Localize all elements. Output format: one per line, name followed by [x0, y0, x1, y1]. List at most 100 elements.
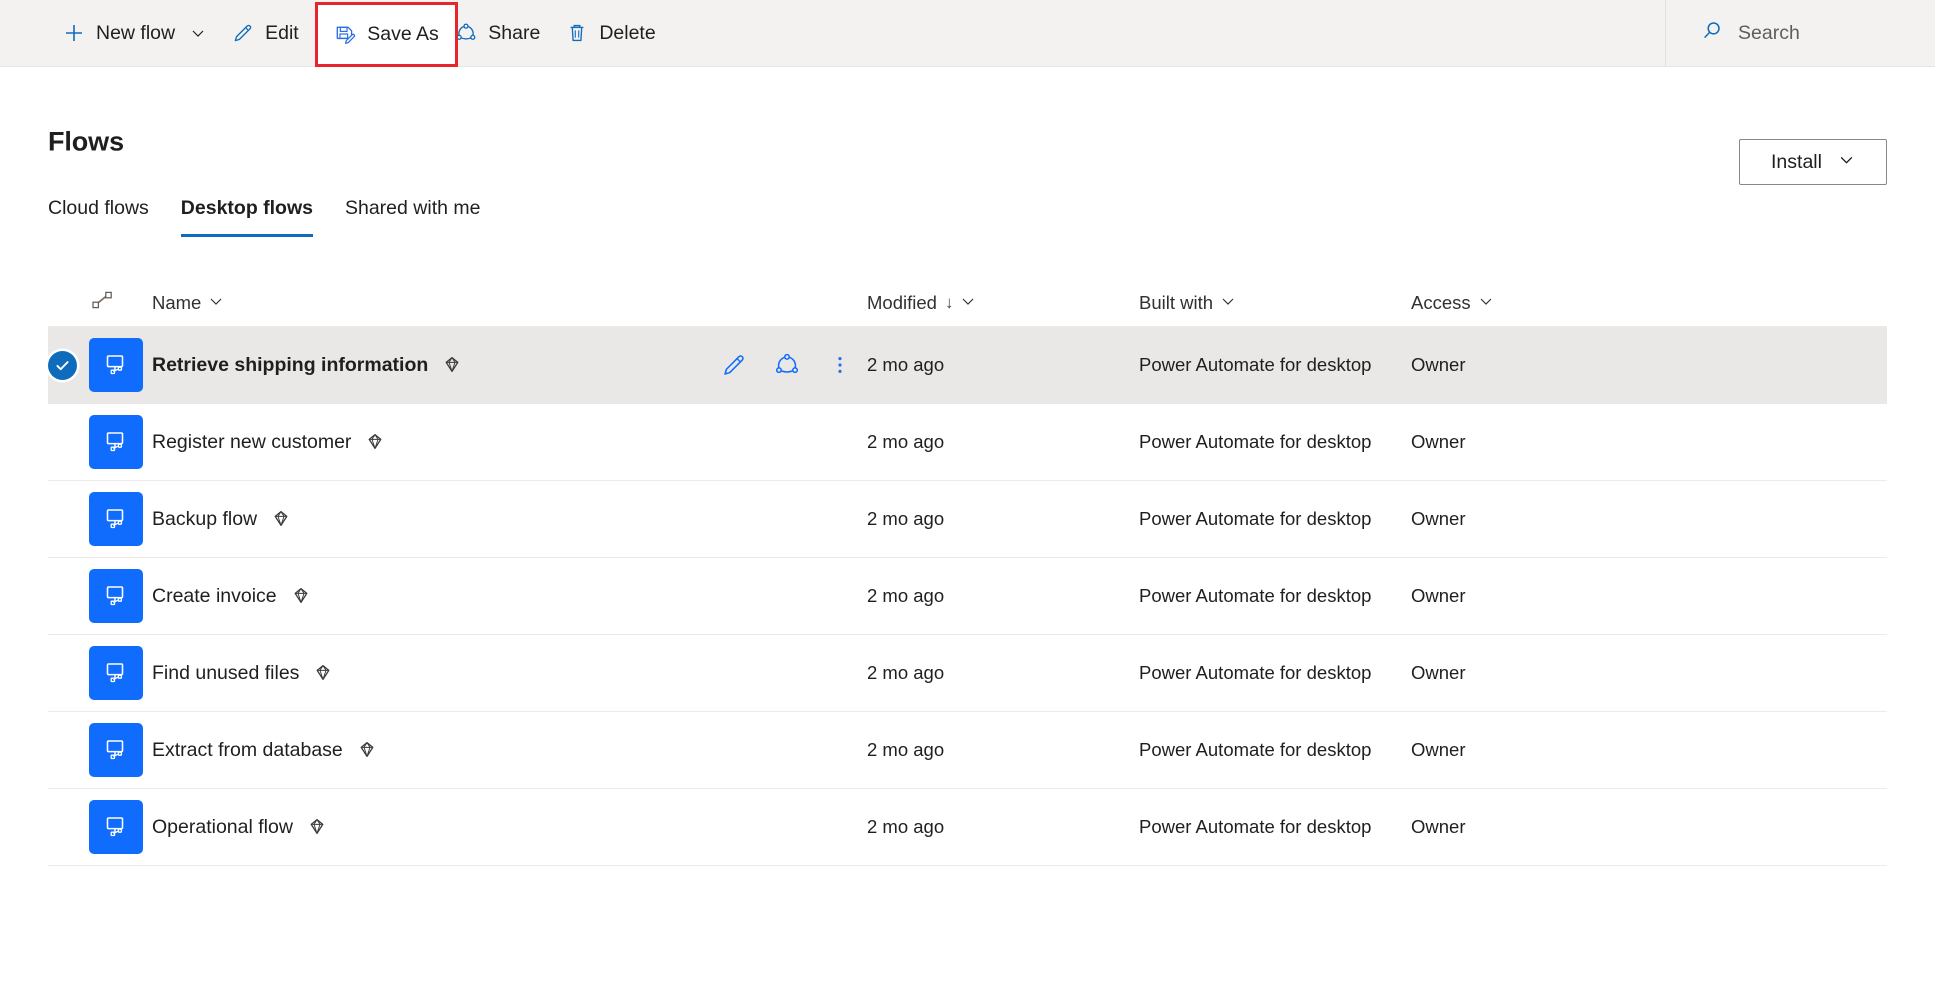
search-icon — [1700, 19, 1724, 48]
modified-column-label: Modified — [867, 291, 937, 313]
share-icon — [455, 22, 477, 44]
share-label: Share — [488, 21, 541, 44]
delete-label: Delete — [599, 21, 656, 44]
row-edit-icon[interactable] — [721, 352, 747, 378]
row-modified-cell: 2 mo ago — [867, 585, 1139, 607]
tab-cloud-flows[interactable]: Cloud flows — [32, 179, 165, 237]
built-with-value: Power Automate for desktop — [1139, 816, 1372, 837]
chevron-down-icon — [190, 25, 206, 41]
modified-value: 2 mo ago — [867, 662, 945, 683]
flow-name: Find unused files — [152, 661, 300, 684]
access-value: Owner — [1411, 431, 1466, 452]
premium-gem-icon — [306, 816, 328, 838]
page-header: Flows Install — [0, 67, 1935, 185]
name-column-header[interactable]: Name — [152, 292, 867, 314]
desktop-flow-icon — [89, 646, 143, 700]
row-flow-icon-cell — [89, 492, 152, 546]
row-selected-checkmark-icon[interactable] — [48, 350, 77, 380]
access-column-header[interactable]: Access — [1411, 292, 1887, 314]
flows-table: Name Modified ↓ Built with Access Retrie… — [0, 279, 1935, 866]
desktop-flow-icon — [89, 415, 143, 469]
row-name-cell[interactable]: Register new customer — [152, 431, 867, 454]
table-header-row: Name Modified ↓ Built with Access — [48, 279, 1887, 327]
table-row[interactable]: Retrieve shipping information 2 mo ago P… — [48, 327, 1887, 404]
premium-gem-icon — [364, 431, 386, 453]
chevron-down-icon — [1478, 292, 1494, 314]
table-row[interactable]: Create invoice 2 mo ago Power Automate f… — [48, 558, 1887, 635]
flow-name: Register new customer — [152, 430, 352, 453]
row-name-cell[interactable]: Create invoice — [152, 585, 867, 608]
row-access-cell: Owner — [1411, 739, 1887, 761]
row-action-buttons — [721, 352, 867, 378]
row-share-icon[interactable] — [774, 352, 800, 378]
access-value: Owner — [1411, 816, 1466, 837]
premium-gem-icon — [290, 585, 312, 607]
flow-name: Operational flow — [152, 815, 293, 838]
access-value: Owner — [1411, 739, 1466, 760]
share-button[interactable]: Share — [442, 0, 553, 66]
tab-shared-with-me[interactable]: Shared with me — [329, 179, 496, 237]
row-flow-icon-cell — [89, 723, 152, 777]
page-title: Flows — [48, 126, 125, 157]
flow-type-column-header[interactable] — [89, 287, 152, 318]
desktop-flow-icon — [89, 723, 143, 777]
desktop-flow-icon — [89, 800, 143, 854]
row-name-cell[interactable]: Extract from database — [152, 739, 867, 762]
access-value: Owner — [1411, 662, 1466, 683]
built-with-column-label: Built with — [1139, 291, 1214, 313]
install-label: Install — [1771, 150, 1822, 173]
row-flow-icon-cell — [89, 415, 152, 469]
table-row[interactable]: Register new customer 2 mo ago Power Aut… — [48, 404, 1887, 481]
row-name-cell[interactable]: Operational flow — [152, 816, 867, 839]
flow-connector-icon — [89, 287, 115, 318]
row-access-cell: Owner — [1411, 431, 1887, 453]
chevron-down-icon — [960, 292, 976, 314]
modified-value: 2 mo ago — [867, 739, 945, 760]
row-built-with-cell: Power Automate for desktop — [1139, 585, 1411, 607]
edit-label: Edit — [265, 21, 299, 44]
edit-button[interactable]: Edit — [219, 0, 312, 66]
new-flow-button[interactable]: New flow — [50, 0, 219, 66]
delete-button[interactable]: Delete — [553, 0, 668, 66]
modified-value: 2 mo ago — [867, 508, 945, 529]
chevron-down-icon — [208, 292, 224, 314]
name-column-label: Name — [152, 291, 202, 313]
save-as-icon — [334, 24, 356, 46]
modified-value: 2 mo ago — [867, 585, 945, 606]
row-modified-cell: 2 mo ago — [867, 354, 1139, 376]
row-more-icon[interactable] — [827, 352, 853, 378]
access-value: Owner — [1411, 585, 1466, 606]
row-access-cell: Owner — [1411, 662, 1887, 684]
table-row[interactable]: Backup flow 2 mo ago Power Automate for … — [48, 481, 1887, 558]
table-row[interactable]: Operational flow 2 mo ago Power Automate… — [48, 789, 1887, 866]
chevron-down-icon — [1838, 151, 1855, 174]
search-input[interactable]: Search — [1700, 0, 1935, 66]
desktop-flow-icon — [89, 338, 143, 392]
row-name-cell[interactable]: Retrieve shipping information — [152, 352, 867, 378]
built-with-value: Power Automate for desktop — [1139, 508, 1372, 529]
row-name-cell[interactable]: Backup flow — [152, 508, 867, 531]
row-modified-cell: 2 mo ago — [867, 816, 1139, 838]
table-row[interactable]: Find unused files 2 mo ago Power Automat… — [48, 635, 1887, 712]
search-placeholder: Search — [1738, 21, 1800, 44]
flow-name: Backup flow — [152, 507, 258, 530]
row-select-cell[interactable] — [48, 350, 89, 380]
built-with-value: Power Automate for desktop — [1139, 662, 1372, 683]
row-modified-cell: 2 mo ago — [867, 508, 1139, 530]
save-as-button[interactable]: Save As — [321, 5, 452, 64]
access-value: Owner — [1411, 508, 1466, 529]
modified-column-header[interactable]: Modified ↓ — [867, 292, 1139, 314]
row-flow-icon-cell — [89, 338, 152, 392]
install-button[interactable]: Install — [1739, 139, 1887, 185]
save-as-label: Save As — [367, 23, 439, 45]
row-name-cell[interactable]: Find unused files — [152, 662, 867, 685]
modified-value: 2 mo ago — [867, 816, 945, 837]
tab-desktop-flows[interactable]: Desktop flows — [165, 179, 329, 237]
built-with-column-header[interactable]: Built with — [1139, 292, 1411, 314]
premium-gem-icon — [356, 739, 378, 761]
table-row[interactable]: Extract from database 2 mo ago Power Aut… — [48, 712, 1887, 789]
row-access-cell: Owner — [1411, 354, 1887, 376]
modified-value: 2 mo ago — [867, 354, 945, 375]
table-body: Retrieve shipping information 2 mo ago P… — [48, 327, 1887, 866]
built-with-value: Power Automate for desktop — [1139, 739, 1372, 760]
